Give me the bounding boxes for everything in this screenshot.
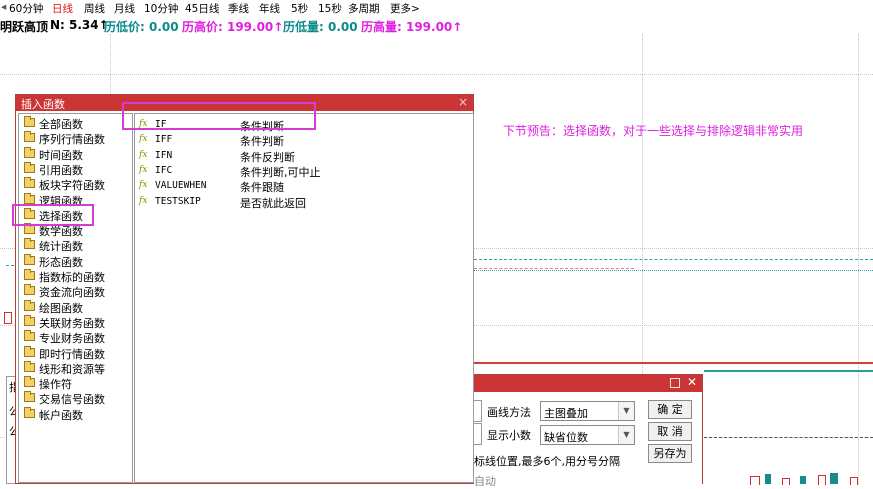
folder-icon: [24, 314, 35, 326]
period-60min[interactable]: 60分钟: [9, 1, 43, 16]
decimals-select[interactable]: 缺省位数 ▼: [540, 425, 635, 445]
function-icon: fx: [139, 195, 148, 206]
folder-icon: [24, 161, 35, 173]
function-icon: fx: [139, 134, 148, 145]
function-desc: 条件判断,可中止: [240, 165, 321, 179]
ok-button[interactable]: 确 定: [648, 400, 692, 419]
indicator-curve: [704, 370, 873, 372]
folder-icon: [24, 376, 35, 388]
indicator-low-vol: 历低量: 0.00: [283, 20, 358, 34]
candle: [800, 476, 806, 484]
indicator-n: N: 5.34↑: [50, 18, 109, 32]
reference-line: [474, 268, 634, 269]
function-desc: 条件跟随: [240, 181, 284, 195]
annotation-note: 下节预告：选择函数，对于一些选择与排除逻辑非常实用: [503, 124, 804, 138]
indicator-name: 明跃高顶: [0, 20, 49, 34]
candle: [4, 312, 12, 324]
function-list[interactable]: fx IF 条件判断 fx IFF 条件判断 fx IFN 条件反判断 fx IFC 条件判断,…: [134, 113, 474, 483]
folder-icon: [24, 116, 35, 127]
period-monthly[interactable]: 月线: [114, 1, 135, 16]
function-name: IFF: [155, 134, 173, 146]
period-45day[interactable]: 45日线: [185, 1, 219, 16]
function-desc: 条件反判断: [240, 150, 295, 164]
folder-icon: [24, 330, 35, 342]
highlight-box-category: [12, 204, 94, 226]
folder-icon: [24, 131, 35, 143]
period-more[interactable]: 更多>: [390, 1, 420, 16]
maximize-icon[interactable]: [670, 378, 680, 388]
indicator-curve: [474, 362, 873, 364]
draw-method-label: 画线方法: [487, 406, 531, 419]
category-tree[interactable]: 全部函数 序列行情函数 时间函数 引用函数 板块字符函数 逻辑函数 选择函数 数…: [18, 113, 133, 483]
save-as-button[interactable]: 另存为: [648, 444, 692, 463]
function-icon: fx: [139, 164, 148, 175]
draw-method-value: 主图叠加: [544, 407, 588, 420]
candle: [830, 473, 838, 484]
folder-icon: [24, 177, 35, 189]
function-desc: 条件判断: [240, 135, 284, 149]
folder-icon: [24, 406, 35, 418]
period-weekly[interactable]: 周线: [84, 1, 105, 16]
function-icon: fx: [139, 180, 148, 191]
close-icon[interactable]: ✕: [687, 375, 697, 389]
folder-icon: [24, 360, 35, 372]
auto-text-partial: 自动: [474, 475, 496, 488]
draw-method-select[interactable]: 主图叠加 ▼: [540, 401, 635, 421]
dialog-title: 插入函数: [21, 98, 65, 111]
reference-line: [704, 437, 873, 438]
folder-icon: [24, 223, 35, 235]
folder-icon: [24, 284, 35, 296]
reference-line: [474, 270, 873, 271]
candle: [765, 474, 771, 484]
grid-line: [0, 74, 873, 75]
function-name: IFC: [155, 164, 173, 176]
cancel-button[interactable]: 取 消: [648, 422, 692, 441]
period-daily[interactable]: 日线: [52, 1, 73, 16]
folder-icon: [24, 299, 35, 311]
period-15sec[interactable]: 15秒: [318, 1, 342, 16]
close-icon[interactable]: ×: [458, 95, 468, 109]
function-name: VALUEWHEN: [155, 180, 207, 192]
chevron-down-icon[interactable]: ▼: [618, 426, 634, 444]
folder-icon: [24, 238, 35, 250]
period-quarterly[interactable]: 季线: [228, 1, 249, 16]
period-toolbar: ◂ 60分钟 日线 周线 月线 10分钟 45日线 季线 年线 5秒 15秒 多…: [0, 0, 873, 15]
indicator-low-price: 历低价: 0.00: [104, 20, 179, 34]
indicator-line: 明跃高顶 N: 5.34↑ 历低价: 0.00 历高价: 199.00↑ 历低量…: [0, 16, 873, 34]
folder-icon: [24, 391, 35, 403]
indicator-high-price: 历高价: 199.00↑: [182, 20, 284, 34]
hint-text: 标线位置,最多6个,用分号分隔: [474, 455, 620, 468]
period-yearly[interactable]: 年线: [259, 1, 280, 16]
decimals-value: 缺省位数: [544, 431, 588, 444]
period-10min[interactable]: 10分钟: [144, 1, 178, 16]
formula-editor-dialog: ✕ 画线方法 主图叠加 ▼ 显示小数 缺省位数 ▼ 确 定 取 消 另存为 标线…: [471, 374, 703, 488]
reference-line: [474, 259, 873, 260]
chevron-down-icon[interactable]: ▼: [618, 402, 634, 420]
insert-function-dialog: 插入函数 × 全部函数 序列行情函数 时间函数 引用函数 板块字符函数 逻辑函数…: [15, 94, 474, 484]
function-name: IFN: [155, 149, 173, 161]
period-5sec[interactable]: 5秒: [291, 1, 308, 16]
reference-line: [6, 265, 14, 266]
indicator-high-vol: 历高量: 199.00↑: [361, 20, 463, 34]
function-desc: 是否就此返回: [240, 196, 306, 210]
decimals-label: 显示小数: [487, 429, 531, 442]
formula-editor-titlebar[interactable]: ✕: [472, 375, 702, 392]
folder-icon: [24, 269, 35, 280]
scroll-left-icon[interactable]: ◂: [1, 1, 6, 13]
function-icon: fx: [139, 149, 148, 160]
folder-icon: [24, 146, 35, 158]
function-name: TESTSKIP: [155, 195, 201, 207]
period-multi[interactable]: 多周期: [348, 1, 380, 16]
folder-icon: [24, 192, 35, 204]
folder-icon: [24, 253, 35, 265]
highlight-box-if: [122, 102, 316, 130]
folder-icon: [24, 345, 35, 357]
